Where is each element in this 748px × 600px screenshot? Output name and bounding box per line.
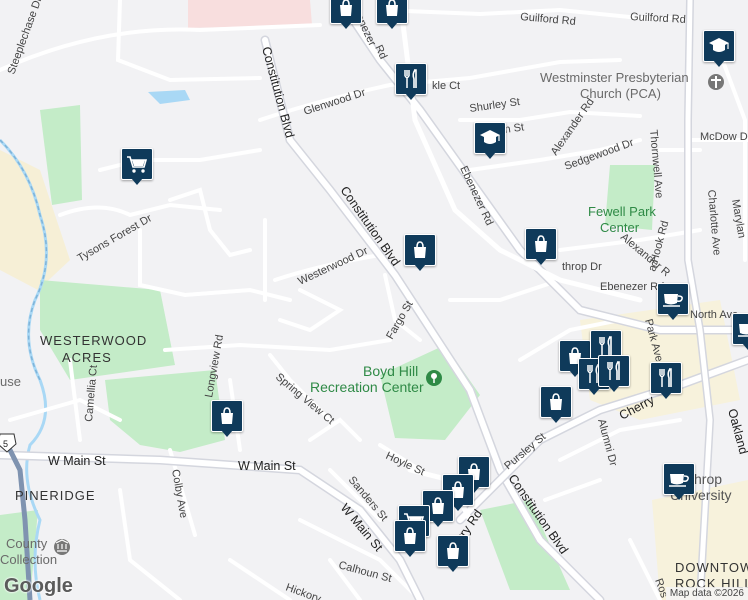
road-label: Constitution Blvd (259, 45, 297, 139)
road-label: Guilford Rd (520, 11, 576, 28)
park-marker-icon[interactable] (426, 370, 442, 386)
graduation-cap-icon (480, 130, 500, 144)
map-canvas[interactable]: Guilford Rd Guilford Rd Steeplechase Dr … (0, 0, 748, 600)
road-label: throp Dr (562, 261, 602, 273)
fork-knife-icon (659, 368, 672, 387)
road-label: Westerwood Dr (296, 245, 370, 288)
place-label: Westminster Presbyterian (540, 70, 689, 85)
road-label: Shurley St (469, 96, 521, 115)
road-label: Steeplechase Dr (6, 0, 45, 76)
fork-knife-icon (607, 361, 620, 380)
park-area-2 (40, 280, 175, 380)
road-label: Alexander Rd (549, 96, 597, 157)
shopping-bag-icon (432, 497, 444, 514)
road-label: Charlotte Ave (705, 189, 723, 256)
road-label: McDow Dr (700, 131, 748, 143)
road-label: W Main St (238, 459, 296, 473)
shopping-cart-icon (127, 156, 148, 173)
place-label: Fewell Park (588, 204, 656, 219)
cafe-pin[interactable] (663, 463, 695, 503)
place-label: Collection (0, 552, 57, 567)
shopping-pin[interactable] (211, 400, 243, 440)
place-label: Church (PCA) (580, 86, 661, 101)
shopping-pin[interactable] (376, 0, 408, 32)
shopping-bag-icon (447, 542, 459, 559)
map-attribution[interactable]: Map data ©2026 (665, 587, 748, 600)
road-label: Hoyle St (384, 450, 427, 478)
coffee-cup-icon (669, 474, 689, 487)
shopping-bag-icon (414, 241, 426, 258)
place-label: Recreation Center (310, 379, 424, 395)
shopping-pin[interactable] (394, 520, 426, 560)
road-label: Pursley St (502, 431, 548, 472)
restaurant-pin[interactable] (650, 362, 682, 402)
road-label: kle Ct (432, 80, 460, 92)
coffee-cup-icon (663, 294, 683, 307)
school-pin[interactable] (703, 30, 735, 70)
fork-knife-icon (599, 336, 612, 355)
restaurant-pin[interactable] (395, 63, 427, 103)
museum-marker-icon[interactable] (54, 539, 70, 555)
shopping-bag-icon (404, 527, 416, 544)
pond (148, 90, 190, 104)
neighborhood-label: ACRES (62, 350, 112, 365)
road-label: Longview Rd (203, 334, 226, 399)
school-pin[interactable] (474, 122, 506, 162)
grocery-pin[interactable] (121, 148, 153, 188)
hospital-area (188, 0, 312, 28)
fork-knife-icon (404, 69, 417, 88)
road-label: Hickory (284, 582, 323, 600)
road-label: Oakland (725, 407, 748, 456)
road-label: North Ave (690, 309, 738, 321)
neighborhood-label: WESTERWOOD (40, 333, 147, 348)
place-label: use (0, 374, 21, 389)
shopping-bag-icon (386, 0, 398, 16)
coffee-cup-icon (738, 324, 748, 337)
road-label: Tysons Forest Dr (76, 212, 155, 264)
route-5-label: 5 (3, 439, 8, 449)
road-label: h St (504, 121, 525, 136)
shopping-bag-icon (340, 0, 352, 16)
shopping-bag-icon (535, 235, 547, 252)
shopping-pin[interactable] (437, 535, 469, 575)
shopping-pin[interactable] (540, 386, 572, 426)
road-label: Guilford Rd (630, 11, 686, 26)
shopping-bag-icon (221, 407, 233, 424)
neighborhood-label: DOWNTOWN (675, 560, 748, 575)
road-label: Colby Ave (169, 468, 189, 519)
cafe-pin[interactable] (732, 313, 748, 353)
shopping-pin[interactable] (404, 234, 436, 274)
place-label: Boyd Hill (363, 363, 418, 379)
place-label: Center (600, 220, 640, 235)
church-marker-icon[interactable] (708, 74, 724, 90)
google-logo[interactable]: Google (4, 575, 73, 598)
cafe-pin[interactable] (657, 283, 689, 323)
neighborhood-label: PINERIDGE (15, 488, 96, 503)
map-base-layer: Guilford Rd Guilford Rd Steeplechase Dr … (0, 0, 748, 600)
graduation-cap-icon (709, 38, 729, 52)
shopping-pin[interactable] (330, 0, 362, 32)
road-label: W Main St (48, 454, 106, 468)
shopping-bag-icon (550, 393, 562, 410)
road-label: Ebenezer Rd (600, 281, 664, 293)
shopping-pin[interactable] (525, 228, 557, 268)
restaurant-pin[interactable] (598, 355, 630, 395)
place-label: County (6, 536, 48, 551)
